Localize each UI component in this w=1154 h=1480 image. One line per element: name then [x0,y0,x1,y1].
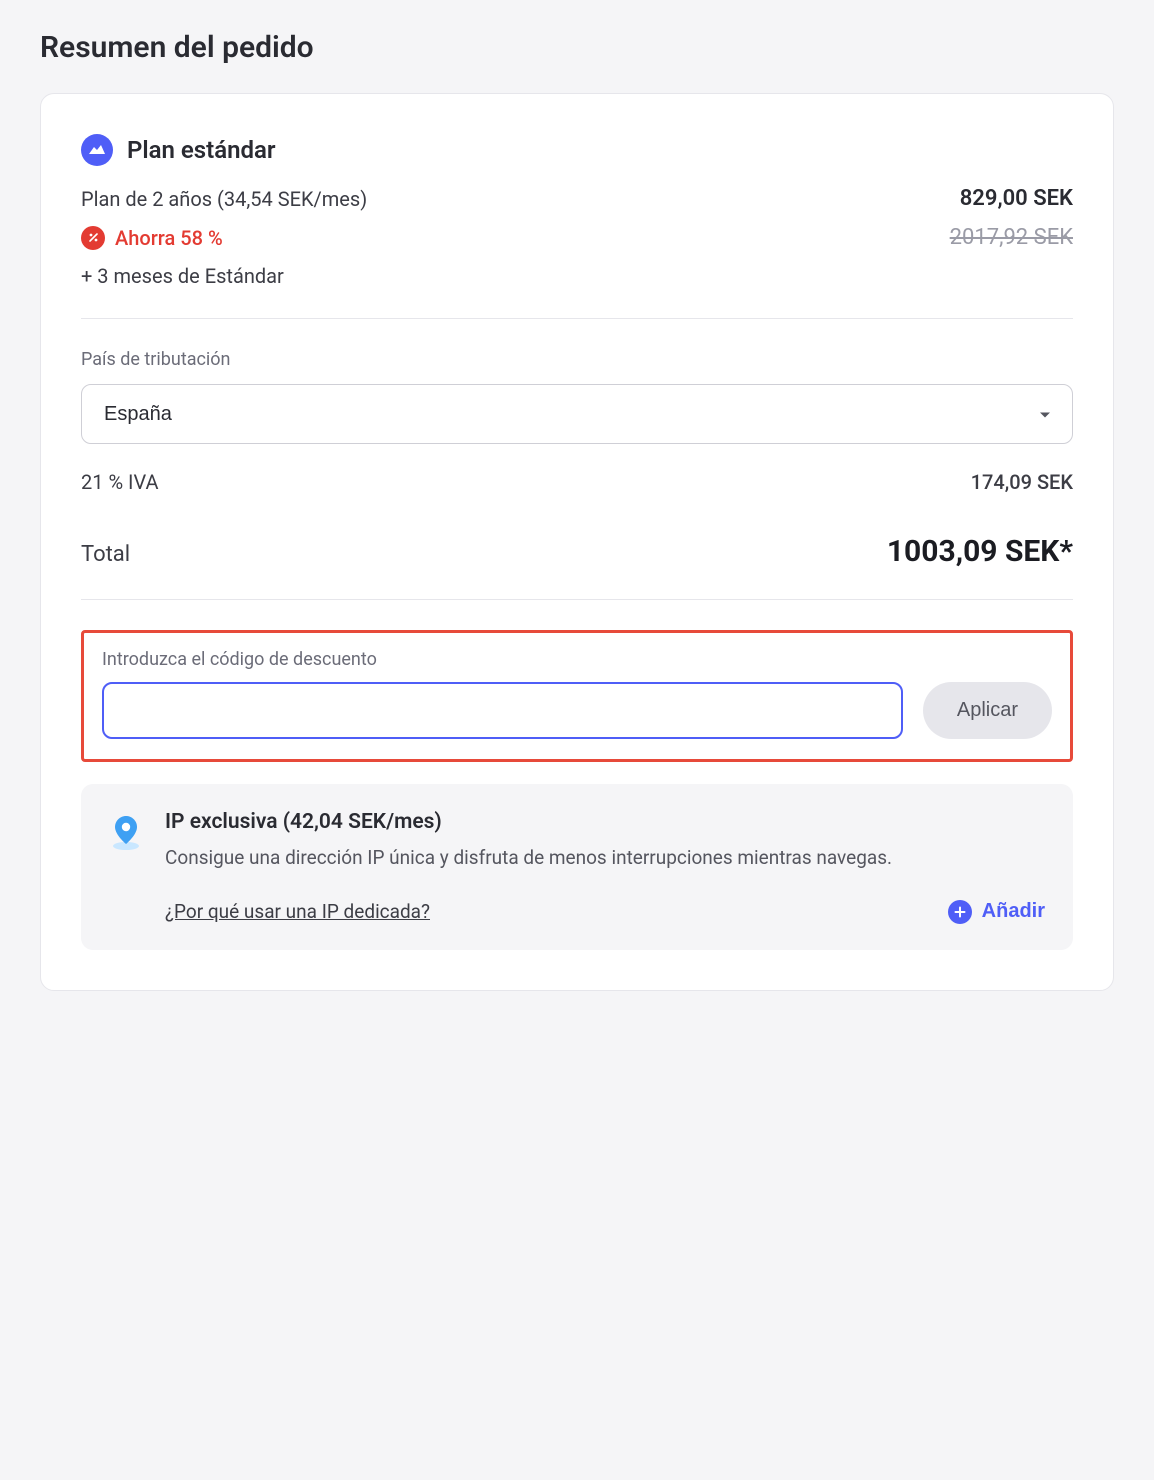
coupon-section: Introduzca el código de descuento Aplica… [81,630,1073,762]
plan-description: Plan de 2 años (34,54 SEK/mes) [81,187,367,211]
add-addon-button[interactable]: Añadir [948,900,1045,924]
total-amount: 1003,09 SEK* [887,534,1073,569]
vat-label: 21 % IVA [81,470,159,494]
addon-info-link[interactable]: ¿Por qué usar una IP dedicada? [165,900,430,923]
bonus-text: + 3 meses de Estándar [81,264,1073,288]
percent-icon [81,226,105,250]
order-summary-card: Plan estándar Plan de 2 años (34,54 SEK/… [40,93,1114,991]
addon-box: IP exclusiva (42,04 SEK/mes) Consigue un… [81,784,1073,950]
original-price: 2017,92 SEK [950,225,1073,250]
total-label: Total [81,542,130,567]
total-row: Total 1003,09 SEK* [81,534,1073,569]
tax-country-label: País de tributación [81,349,1073,370]
apply-button[interactable]: Aplicar [923,682,1052,739]
divider [81,318,1073,319]
plus-icon [948,900,972,924]
savings-label: Ahorra 58 % [115,226,223,250]
plan-price: 829,00 SEK [960,186,1073,211]
add-label: Añadir [982,900,1045,923]
vat-amount: 174,09 SEK [971,470,1073,494]
plan-icon [81,134,113,166]
divider [81,599,1073,600]
country-select[interactable]: España [81,384,1073,444]
country-select-wrap: España [81,384,1073,444]
addon-description: Consigue una dirección IP única y disfru… [165,844,1045,872]
plan-name: Plan estándar [127,136,276,164]
vat-row: 21 % IVA 174,09 SEK [81,470,1073,494]
plan-header: Plan estándar [81,134,1073,166]
coupon-label: Introduzca el código de descuento [102,649,1052,670]
coupon-input[interactable] [102,682,903,739]
addon-title: IP exclusiva (42,04 SEK/mes) [165,810,1045,834]
location-pin-icon [109,810,145,924]
page-title: Resumen del pedido [40,30,1114,65]
plan-price-row: Plan de 2 años (34,54 SEK/mes) 829,00 SE… [81,186,1073,211]
savings-row: Ahorra 58 % 2017,92 SEK [81,225,1073,250]
